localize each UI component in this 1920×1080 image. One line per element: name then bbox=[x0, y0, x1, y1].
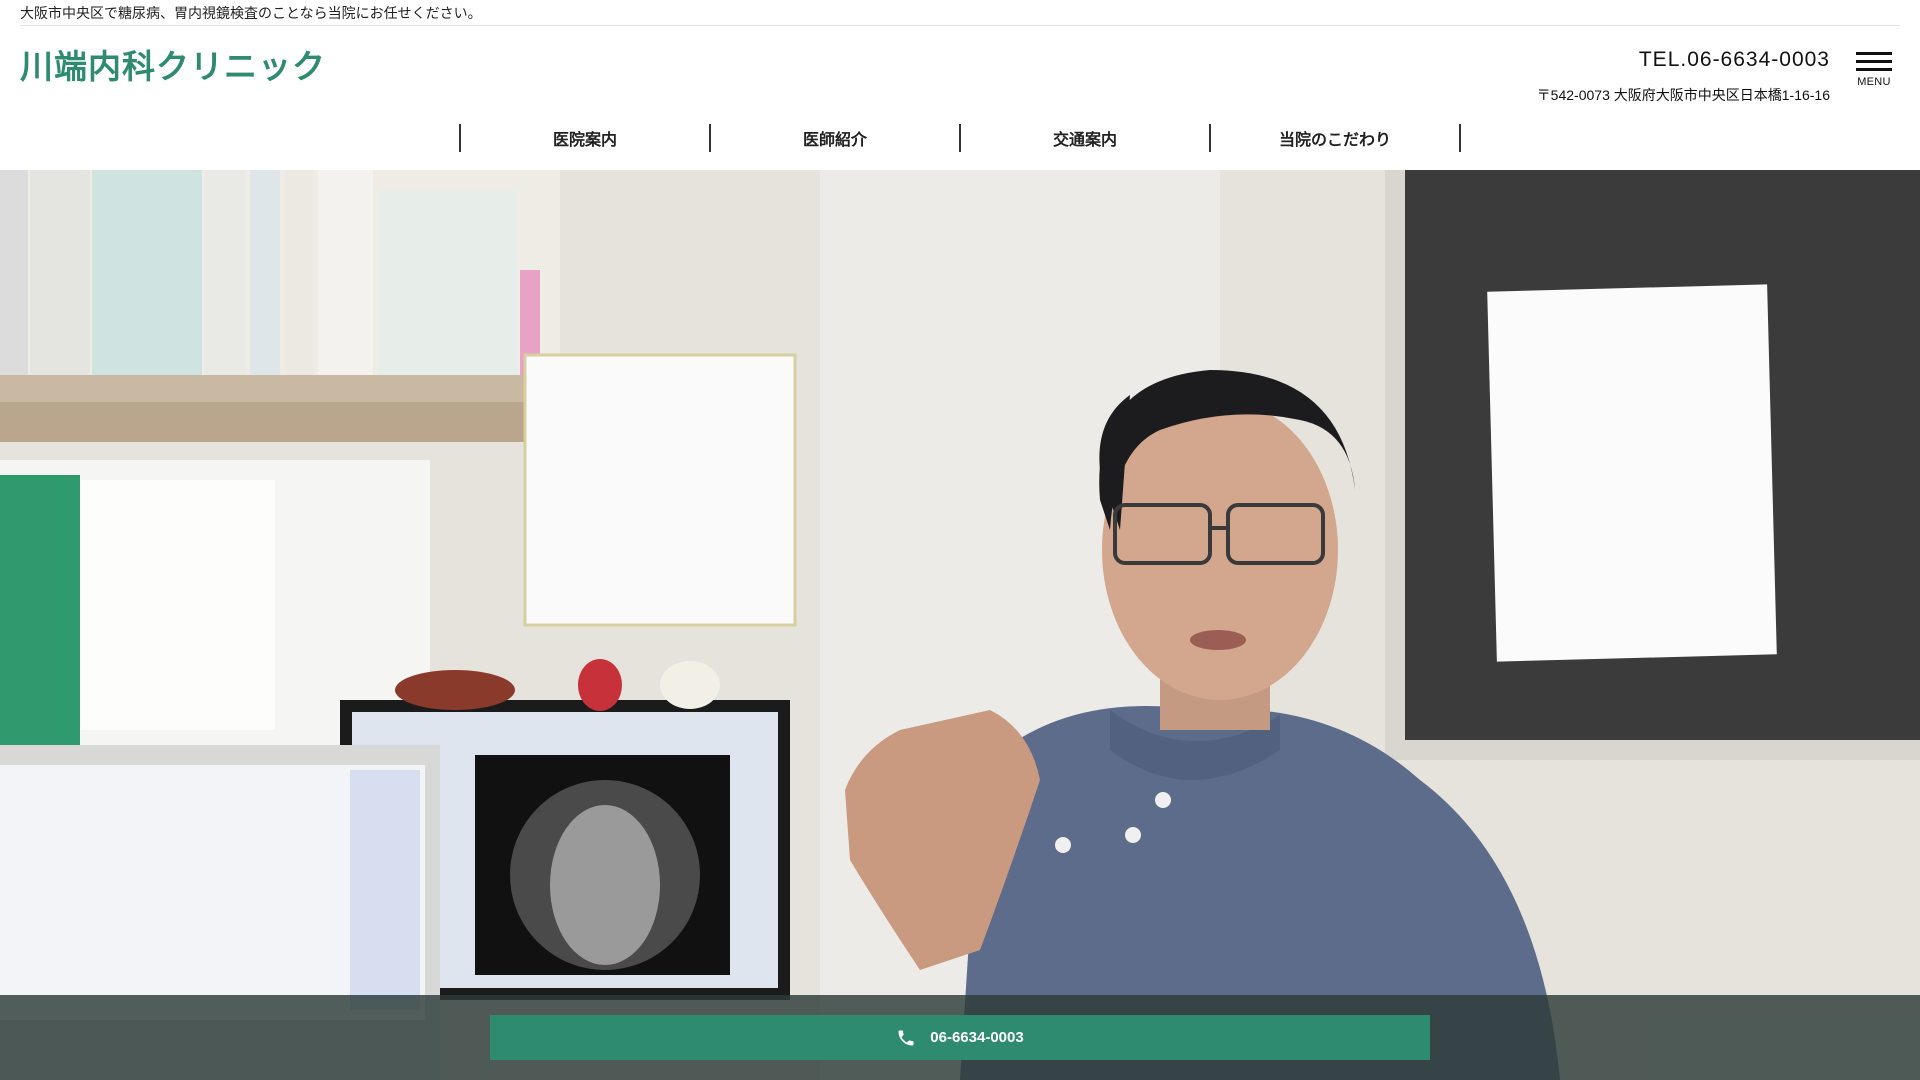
header-address: 〒542-0073 大阪府大阪市中央区日本橋1-16-16 bbox=[1536, 87, 1830, 103]
site-tagline: 大阪市中央区で糖尿病、胃内視鏡検査のことなら当院にお任せください。 bbox=[20, 5, 482, 21]
call-phone-number: 06-6634-0003 bbox=[930, 1029, 1024, 1046]
header-tel[interactable]: TEL.06-6634-0003 bbox=[1639, 48, 1830, 72]
menu-label: MENU bbox=[1857, 76, 1891, 88]
phone-icon bbox=[898, 1030, 914, 1045]
nav-item-access[interactable]: 交通案内 bbox=[961, 124, 1211, 152]
site-logo[interactable]: 川端内科クリニック bbox=[20, 40, 326, 88]
hero-image bbox=[0, 170, 1920, 1080]
header-divider bbox=[20, 25, 1900, 26]
menu-button[interactable]: MENU bbox=[1854, 52, 1894, 94]
hamburger-icon-bar bbox=[1856, 60, 1892, 63]
nav-item-clinic-info[interactable]: 医院案内 bbox=[461, 124, 711, 152]
hero-illustration bbox=[0, 170, 1920, 1080]
hamburger-icon bbox=[1856, 52, 1892, 55]
nav-item-doctor[interactable]: 医師紹介 bbox=[711, 124, 961, 152]
hamburger-icon-bar bbox=[1856, 68, 1892, 71]
nav-item-features[interactable]: 当院のこだわり bbox=[1211, 124, 1461, 152]
call-button[interactable]: 06-6634-0003 bbox=[490, 1015, 1430, 1060]
global-nav: 医院案内 医師紹介 交通案内 当院のこだわり bbox=[459, 124, 1461, 152]
